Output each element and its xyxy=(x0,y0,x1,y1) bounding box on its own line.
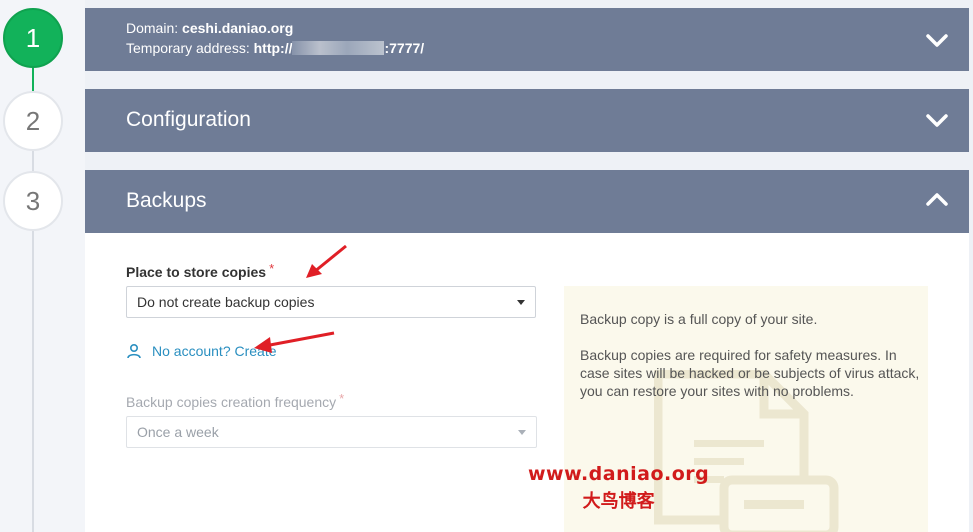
backup-info-text: Backup copy is a full copy of your site.… xyxy=(580,310,920,418)
configuration-panel-header[interactable]: Configuration xyxy=(85,89,969,152)
required-mark: * xyxy=(269,261,275,276)
backups-panel-body: Place to store copies * Do not create bac… xyxy=(85,233,969,532)
temp-address-label: Temporary address: xyxy=(126,40,250,56)
frequency-label-text: Backup copies creation frequency xyxy=(126,394,337,410)
frequency-select[interactable]: Once a week xyxy=(126,416,537,448)
store-copies-value: Do not create backup copies xyxy=(137,294,315,310)
watermark-url: www.daniao.org xyxy=(528,463,710,485)
store-copies-label: Place to store copies * xyxy=(126,261,274,280)
backups-panel-header[interactable]: Backups xyxy=(85,170,969,233)
store-copies-select[interactable]: Do not create backup copies xyxy=(126,286,536,318)
annotation-arrow-icon xyxy=(306,244,347,278)
frequency-value: Once a week xyxy=(137,424,219,440)
step-1[interactable]: 1 xyxy=(3,8,63,68)
temp-address-prefix: http:// xyxy=(253,40,293,56)
temp-address-line: Temporary address: http:// :7777/ xyxy=(126,40,424,56)
domain-panel-header[interactable]: Domain: ceshi.daniao.org Temporary addre… xyxy=(85,8,969,71)
chevron-down-icon[interactable] xyxy=(923,26,951,54)
frequency-label: Backup copies creation frequency * xyxy=(126,391,344,410)
backups-title: Backups xyxy=(126,189,207,212)
step-2[interactable]: 2 xyxy=(3,91,63,151)
user-icon xyxy=(127,343,141,359)
domain-value: ceshi.daniao.org xyxy=(182,20,294,36)
redacted-ip xyxy=(292,41,385,55)
annotation-arrow-icon xyxy=(254,331,335,353)
chevron-down-icon[interactable] xyxy=(923,106,951,134)
caret-down-icon xyxy=(518,430,526,435)
required-mark: * xyxy=(339,391,345,406)
chevron-up-icon[interactable] xyxy=(923,186,951,214)
watermark-name: 大鸟博客 xyxy=(582,491,655,512)
watermark: www.daniao.org 大鸟博客 xyxy=(528,463,709,513)
backup-info-1: Backup copy is a full copy of your site. xyxy=(580,311,818,327)
domain-label: Domain: xyxy=(126,20,179,36)
step-3[interactable]: 3 xyxy=(3,171,63,231)
temp-address-suffix: :7777/ xyxy=(384,40,425,56)
store-copies-label-text: Place to store copies xyxy=(126,264,267,280)
configuration-title: Configuration xyxy=(126,108,251,131)
backup-info-2: Backup copies are required for safety me… xyxy=(580,347,920,399)
caret-down-icon xyxy=(517,300,525,305)
steps-rail xyxy=(0,0,85,532)
domain-line: Domain: ceshi.daniao.org xyxy=(126,20,293,36)
